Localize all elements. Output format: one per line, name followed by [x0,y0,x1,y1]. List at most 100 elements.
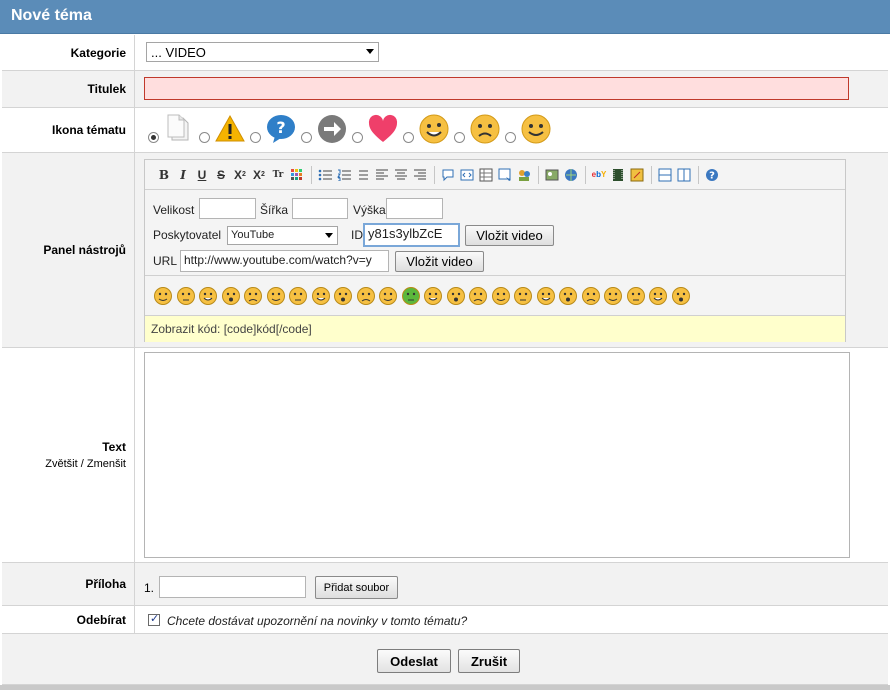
smiley-bar [145,276,845,316]
smiley-icon[interactable] [536,286,556,306]
subscribe-checkbox[interactable] [148,612,160,626]
category-selected-value: ... VIDEO [151,44,206,60]
help-icon[interactable]: ? [703,166,721,184]
attachment-row: Příloha 1. Přidat soubor [2,563,888,606]
code-hint: Zobrazit kód: [code]kód[/code] [145,316,845,342]
smiley-icon[interactable] [468,286,488,306]
film-icon[interactable] [609,166,627,184]
width-input[interactable] [292,198,348,219]
submit-button[interactable]: Odeslat [377,649,451,673]
url-input[interactable]: http://www.youtube.com/watch?v=y [180,250,389,272]
flash-icon[interactable] [628,166,646,184]
enlarge-link[interactable]: Zvětšit [45,458,77,470]
category-label: Kategorie [2,35,135,70]
table-icon[interactable] [477,166,495,184]
smiley-icon[interactable] [356,286,376,306]
smiley-icon[interactable] [333,286,353,306]
icon-radio-page[interactable] [148,132,159,143]
numbered-list-icon[interactable] [335,166,353,184]
message-textarea[interactable] [144,352,850,558]
svg-text:?: ? [709,170,715,181]
smiley-icon[interactable] [311,286,331,306]
icon-radio-sad[interactable] [454,132,465,143]
icon-radio-warning[interactable] [199,132,210,143]
title-input[interactable] [144,77,849,100]
split-horizontal-icon[interactable] [656,166,674,184]
web-image-icon[interactable] [562,166,580,184]
toolbar-label: Panel nástrojů [2,153,135,347]
smiley-icon[interactable] [198,286,218,306]
insert-video-url-button[interactable]: Vložit video [395,251,484,272]
category-row: Kategorie ... VIDEO [2,35,888,71]
smiley-icon[interactable] [423,286,443,306]
media-icon[interactable] [496,166,514,184]
id-label: ID [351,228,363,242]
cancel-button[interactable]: Zrušit [458,649,520,673]
smiley-icon[interactable] [221,286,241,306]
height-input[interactable] [386,198,443,219]
smiley-icon[interactable] [266,286,286,306]
icon-radio-question[interactable] [250,132,261,143]
attachment-file-input[interactable] [159,576,306,598]
bold-button[interactable]: B [155,166,173,184]
icon-radio-arrow[interactable] [301,132,312,143]
smiley-icon[interactable] [513,286,533,306]
toolbar-separator [651,165,652,184]
smiley-icon[interactable] [648,286,668,306]
toolbar-separator [538,165,539,184]
color-grid-icon[interactable] [288,166,306,184]
icon-radio-happy[interactable] [505,132,516,143]
split-vertical-icon[interactable] [675,166,693,184]
page-header: Nové téma [0,0,890,34]
icon-radio-smile[interactable] [403,132,414,143]
underline-button[interactable]: U [193,166,211,184]
smiley-icon[interactable] [671,286,691,306]
smiley-icon[interactable] [491,286,511,306]
size-input[interactable] [199,198,256,219]
shrink-link[interactable]: Zmenšit [87,458,126,470]
font-button[interactable]: Tr [269,166,287,184]
add-file-button[interactable]: Přidat soubor [315,576,398,599]
page-title: Nové téma [11,7,92,24]
bullet-list-icon[interactable] [316,166,334,184]
size-separator: / [80,458,84,470]
bottom-bar [0,685,890,690]
heart-icon [368,114,398,142]
align-center-icon[interactable] [392,166,410,184]
list-icon[interactable] [354,166,372,184]
superscript-button[interactable]: X2 [250,166,268,184]
users-icon[interactable] [515,166,533,184]
smiley-icon[interactable] [288,286,308,306]
id-input[interactable]: y81s3ylbZcE [363,223,460,247]
provider-label: Poskytovatel [153,228,222,242]
smiley-icon[interactable] [626,286,646,306]
insert-video-button[interactable]: Vložit video [465,225,554,246]
smiley-icon[interactable] [176,286,196,306]
align-right-icon[interactable] [411,166,429,184]
strike-button[interactable]: S [212,166,230,184]
smiley-icon[interactable] [243,286,263,306]
video-form: Velikost Šířka Výška Poskytovatel YouTub… [145,190,845,276]
smiley-icon[interactable] [581,286,601,306]
sad-icon [470,114,500,144]
code-icon[interactable] [458,166,476,184]
smiley-icon[interactable] [153,286,173,306]
ebay-icon[interactable]: ebY [590,166,608,184]
smiley-icon[interactable] [558,286,578,306]
align-left-icon[interactable] [373,166,391,184]
smiley-icon[interactable] [378,286,398,306]
provider-selected-value: YouTube [231,229,275,241]
smiley-icon[interactable] [401,286,421,306]
subscript-button[interactable]: X2 [231,166,249,184]
category-select[interactable]: ... VIDEO [146,42,379,62]
image-icon[interactable] [543,166,561,184]
provider-select[interactable]: YouTube [227,226,338,245]
italic-button[interactable]: I [174,166,192,184]
smiley-icon[interactable] [446,286,466,306]
height-label: Výška [353,203,386,217]
smiley-icon[interactable] [603,286,623,306]
icon-radio-heart[interactable] [352,132,363,143]
quote-icon[interactable] [439,166,457,184]
warning-icon [215,114,245,142]
smile-icon [419,114,449,144]
